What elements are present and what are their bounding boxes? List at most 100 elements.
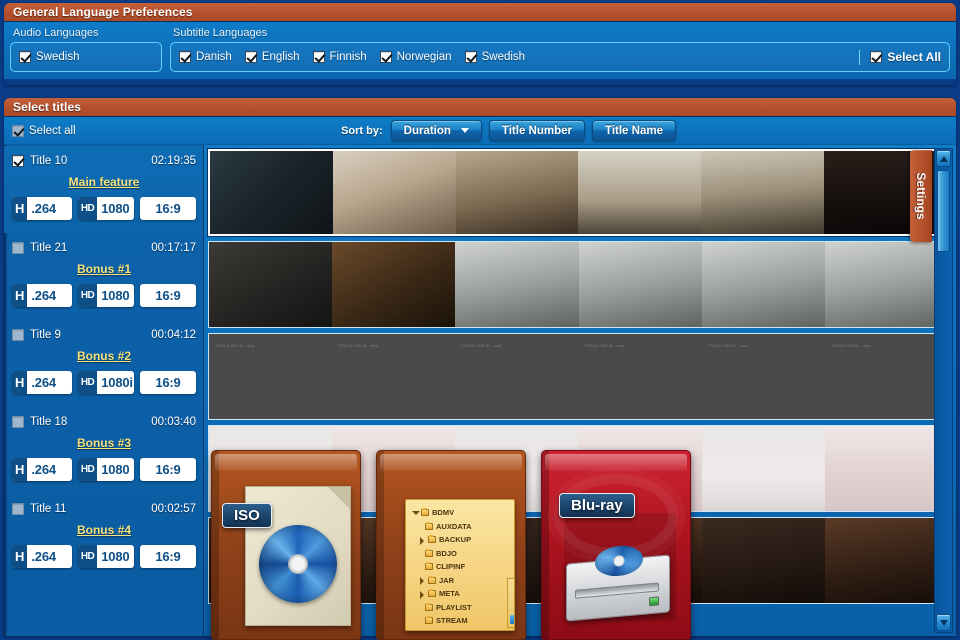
scroll-down-button[interactable] — [936, 614, 951, 631]
title-duration: 02:19:35 — [151, 154, 196, 167]
audio-languages-box: Swedish — [10, 42, 162, 72]
folder-icon — [425, 521, 433, 530]
general-language-preferences-panel: General Language Preferences Audio Langu… — [4, 3, 956, 85]
audio-language-swedish[interactable]: Swedish — [19, 51, 79, 63]
title-checkbox[interactable] — [12, 241, 24, 254]
subtitle-language-danish[interactable]: Danish — [179, 51, 232, 63]
select-all-titles-checkbox[interactable]: Select all — [12, 124, 76, 137]
title-subtitle-link[interactable]: Bonus #2 — [12, 349, 196, 363]
tree-row-label: CLIPINF — [436, 562, 466, 572]
aspect-ratio-badge: 16:9 — [139, 545, 197, 568]
tree-row-label: BDJO — [436, 548, 457, 558]
output-card-iso[interactable]: ISO — [211, 450, 361, 640]
tree-row-stream[interactable]: STREAM — [412, 614, 510, 628]
card-spine — [377, 451, 384, 639]
checkbox-icon[interactable] — [464, 51, 477, 63]
title-duration: 00:03:40 — [151, 415, 196, 428]
folder-icon — [425, 602, 433, 611]
select-all-titles-label: Select all — [29, 124, 76, 137]
sort-title-number-label: Title Number — [501, 124, 572, 137]
title-list[interactable]: Title 10 02:19:35 Main feature H .264 HD — [4, 145, 204, 636]
codec-badge-prefix: H — [12, 545, 28, 568]
twisty-expanded-icon[interactable] — [412, 510, 420, 516]
tree-row-auxdata[interactable]: AUXDATA — [412, 520, 510, 534]
title-checkbox[interactable] — [12, 154, 24, 167]
checkbox-icon[interactable] — [870, 51, 883, 63]
folder-icon — [428, 575, 436, 584]
sort-title-number-button[interactable]: Title Number — [488, 120, 585, 141]
checkbox-icon[interactable] — [312, 51, 325, 63]
title-row[interactable]: Title 9 00:04:12 Bonus #2 H .264 HD 1080… — [4, 320, 203, 407]
subtitle-languages-label: Subtitle Languages — [173, 27, 268, 39]
sort-title-name-button[interactable]: Title Name — [592, 120, 676, 141]
title-thumbnail-strip[interactable] — [208, 149, 949, 236]
aspect-ratio-value: 16:9 — [155, 288, 181, 303]
hd-icon: HD — [77, 458, 98, 481]
scroll-up-button[interactable] — [936, 150, 951, 167]
tree-row-jar[interactable]: JAR — [412, 574, 510, 588]
resolution-badge: HD 1080 — [77, 458, 134, 481]
output-card-bdmv-folder[interactable]: BDMV AUXDATA BACKUP BDJO CLIPINF JAR MET… — [376, 450, 526, 640]
application-window: General Language Preferences Audio Langu… — [0, 0, 960, 640]
tree-row-clipinf[interactable]: CLIPINF — [412, 560, 510, 574]
aspect-ratio-value: 16:9 — [155, 462, 181, 477]
thumbnail-frame: TRACK 005 M - way — [455, 334, 579, 419]
title-badges: H .264 HD 1080 16:9 — [12, 458, 197, 481]
title-thumbnail-strip[interactable] — [208, 241, 949, 328]
resolution-badge: HD 1080 — [77, 284, 134, 307]
scrollbar-thumb[interactable] — [937, 170, 950, 252]
tree-row-bdjo[interactable]: BDJO — [412, 547, 510, 561]
select-all-label: Select All — [887, 50, 941, 64]
tree-row-playlist[interactable]: PLAYLIST — [412, 601, 510, 615]
title-subtitle-link[interactable]: Bonus #3 — [12, 436, 196, 450]
subtitle-language-english[interactable]: English — [244, 51, 300, 63]
settings-tab-label: Settings — [914, 172, 928, 220]
subtitle-language-swedish[interactable]: Swedish — [464, 51, 525, 63]
settings-tab[interactable]: Settings — [910, 150, 932, 242]
vertical-scrollbar[interactable] — [934, 148, 953, 633]
subtitle-language-finnish[interactable]: Finnish — [312, 51, 367, 63]
twisty-collapsed-icon[interactable] — [419, 590, 425, 599]
select-all-languages-checkbox[interactable]: Select All — [870, 50, 941, 64]
checkbox-icon[interactable] — [244, 51, 257, 63]
checkbox-icon[interactable] — [179, 51, 191, 63]
twisty-collapsed-icon[interactable] — [419, 577, 425, 586]
checkbox-icon[interactable] — [12, 124, 24, 137]
title-checkbox[interactable] — [12, 502, 24, 515]
twisty-collapsed-icon[interactable] — [419, 536, 425, 545]
title-checkbox[interactable] — [12, 415, 24, 428]
title-thumbnail-strip[interactable]: TRACK 005 M - way TRACK 005 M - way TRAC… — [208, 333, 949, 420]
panel-title-language: General Language Preferences — [4, 3, 956, 22]
bluray-card-label: Blu-ray — [559, 493, 635, 518]
title-row[interactable]: Title 10 02:19:35 Main feature H .264 HD — [4, 146, 203, 233]
tree-row-backup[interactable]: BACKUP — [412, 533, 510, 547]
title-row[interactable]: Title 21 00:17:17 Bonus #1 H .264 HD 108… — [4, 233, 203, 320]
checkbox-icon[interactable] — [19, 51, 31, 63]
title-subtitle-link[interactable]: Bonus #4 — [12, 523, 196, 537]
subtitle-language-norwegian[interactable]: Norwegian — [379, 51, 452, 63]
title-checkbox[interactable] — [12, 328, 24, 341]
title-subtitle-link[interactable]: Bonus #1 — [12, 262, 196, 276]
bdmv-folder-tree: BDMV AUXDATA BACKUP BDJO CLIPINF JAR MET… — [405, 499, 515, 631]
triangle-up-icon — [939, 155, 948, 162]
tree-row-label: AUXDATA — [436, 521, 472, 531]
thumbnail-frame — [824, 242, 948, 327]
title-row[interactable]: Title 11 00:02:57 Bonus #4 H .264 HD 108… — [4, 494, 203, 581]
sort-controls: Sort by: Duration Title Number Title Nam… — [341, 120, 948, 141]
optical-drive-icon — [566, 543, 670, 622]
title-name: Title 18 — [30, 415, 68, 428]
tree-row-meta[interactable]: META — [412, 587, 510, 601]
thumbnail-caption: TRACK 005 M - way — [830, 343, 871, 348]
audio-language-label: Swedish — [36, 51, 80, 63]
output-card-bluray[interactable]: Blu-ray — [541, 450, 691, 640]
thumbnail-frame — [578, 151, 702, 234]
title-subtitle-link[interactable]: Main feature — [12, 175, 196, 189]
title-row[interactable]: Title 18 00:03:40 Bonus #3 H .264 HD 108… — [4, 407, 203, 494]
resolution-badge-value: 1080 — [101, 549, 130, 564]
checkbox-icon[interactable] — [379, 51, 392, 63]
tree-row-bdmv[interactable]: BDMV — [412, 506, 510, 520]
codec-badge-value: .264 — [31, 201, 56, 216]
subtitle-language-label: Norwegian — [396, 51, 452, 63]
sort-duration-button[interactable]: Duration — [390, 120, 482, 141]
thumbnail-frame — [332, 151, 456, 234]
